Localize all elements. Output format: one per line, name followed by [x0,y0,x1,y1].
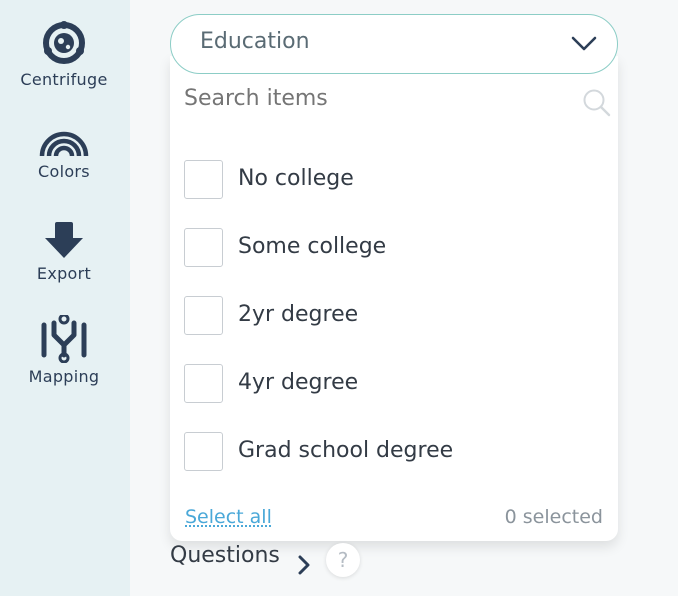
option-grad-school-degree[interactable]: Grad school degree [184,432,604,472]
sidebar-item-label: Export [36,264,92,283]
select-all-link[interactable]: Select all [185,506,272,528]
sidebar-item-label: Centrifuge [20,70,108,89]
option-4yr-degree[interactable]: 4yr degree [184,364,604,404]
help-icon[interactable]: ? [326,543,360,577]
option-2yr-degree[interactable]: 2yr degree [184,296,604,336]
option-label: 4yr degree [238,370,359,395]
rainbow-icon [0,126,128,158]
mapping-icon [0,315,128,363]
checkbox[interactable] [184,296,223,335]
checkbox[interactable] [184,432,223,471]
sidebar-item-label: Colors [38,162,90,181]
sidebar-item-export[interactable]: Export [0,220,128,283]
search-input[interactable] [184,86,584,111]
option-label: No college [238,166,354,191]
sidebar-item-centrifuge[interactable]: Centrifuge [0,20,128,89]
checkbox[interactable] [184,160,223,199]
centrifuge-icon [0,20,128,66]
checkbox[interactable] [184,364,223,403]
sidebar: Centrifuge Colors Export Mapping [0,0,130,596]
download-arrow-icon [0,220,128,260]
chevron-down-icon[interactable] [571,35,597,57]
questions-label[interactable]: Questions [170,543,280,568]
option-label: 2yr degree [238,302,359,327]
education-dropdown[interactable]: Education [170,14,618,74]
option-label: Grad school degree [238,438,454,463]
option-no-college[interactable]: No college [184,160,604,200]
dropdown-value: Education [200,29,310,54]
option-some-college[interactable]: Some college [184,228,604,268]
option-label: Some college [238,234,387,259]
sidebar-item-mapping[interactable]: Mapping [0,315,128,386]
sidebar-item-colors[interactable]: Colors [0,126,128,181]
sidebar-item-label: Mapping [28,367,100,386]
dropdown-panel: No college Some college 2yr degree 4yr d… [170,56,618,541]
search-icon[interactable] [582,88,612,122]
chevron-right-icon[interactable] [296,555,312,579]
selected-count: 0 selected [504,506,603,528]
checkbox[interactable] [184,228,223,267]
